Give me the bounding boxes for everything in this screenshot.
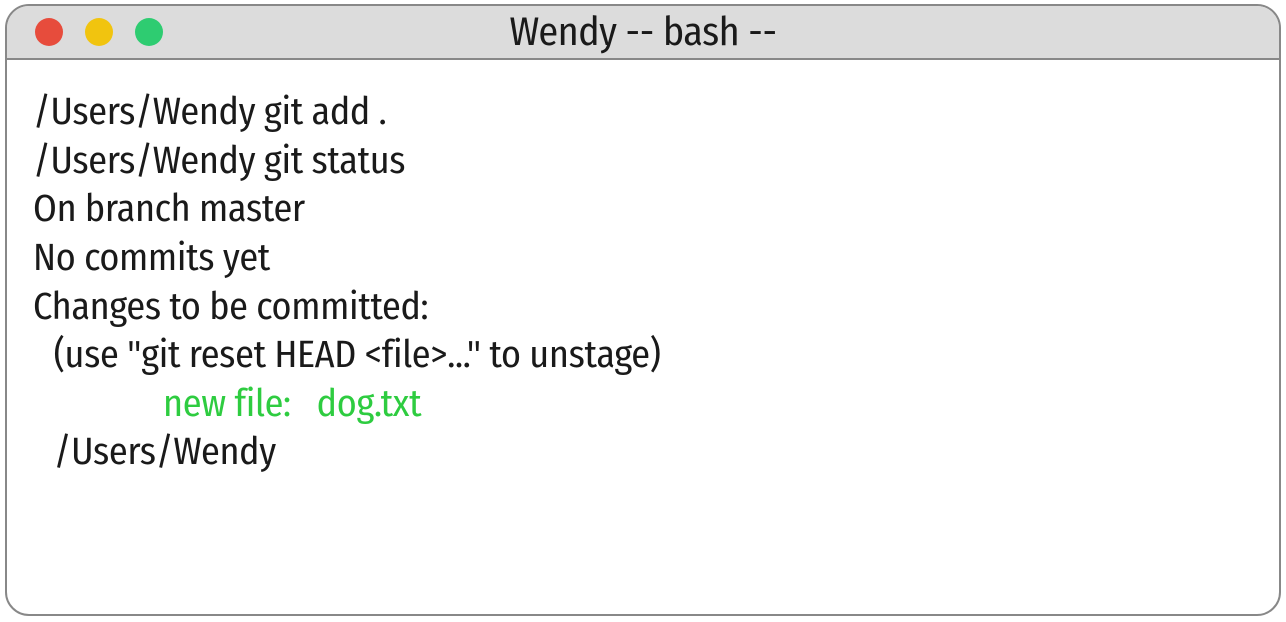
terminal-line: No commits yet: [33, 234, 1253, 283]
terminal-body[interactable]: /Users/Wendy git add . /Users/Wendy git …: [7, 60, 1279, 614]
minimize-icon[interactable]: [85, 18, 113, 46]
window-title: Wendy -- bash --: [7, 8, 1279, 56]
terminal-line: /Users/Wendy git status: [33, 137, 1253, 186]
terminal-line: /Users/Wendy git add .: [33, 88, 1253, 137]
terminal-line: (use "git reset HEAD <file>..." to unsta…: [33, 331, 1253, 380]
close-icon[interactable]: [35, 18, 63, 46]
staged-file-line: new file: dog.txt: [33, 380, 1253, 429]
terminal-line: On branch master: [33, 185, 1253, 234]
terminal-window: Wendy -- bash -- /Users/Wendy git add . …: [5, 4, 1281, 616]
window-controls: [7, 18, 163, 46]
terminal-prompt: /Users/Wendy: [33, 428, 1253, 477]
titlebar: Wendy -- bash --: [7, 6, 1279, 60]
terminal-line: Changes to be committed:: [33, 283, 1253, 332]
maximize-icon[interactable]: [135, 18, 163, 46]
